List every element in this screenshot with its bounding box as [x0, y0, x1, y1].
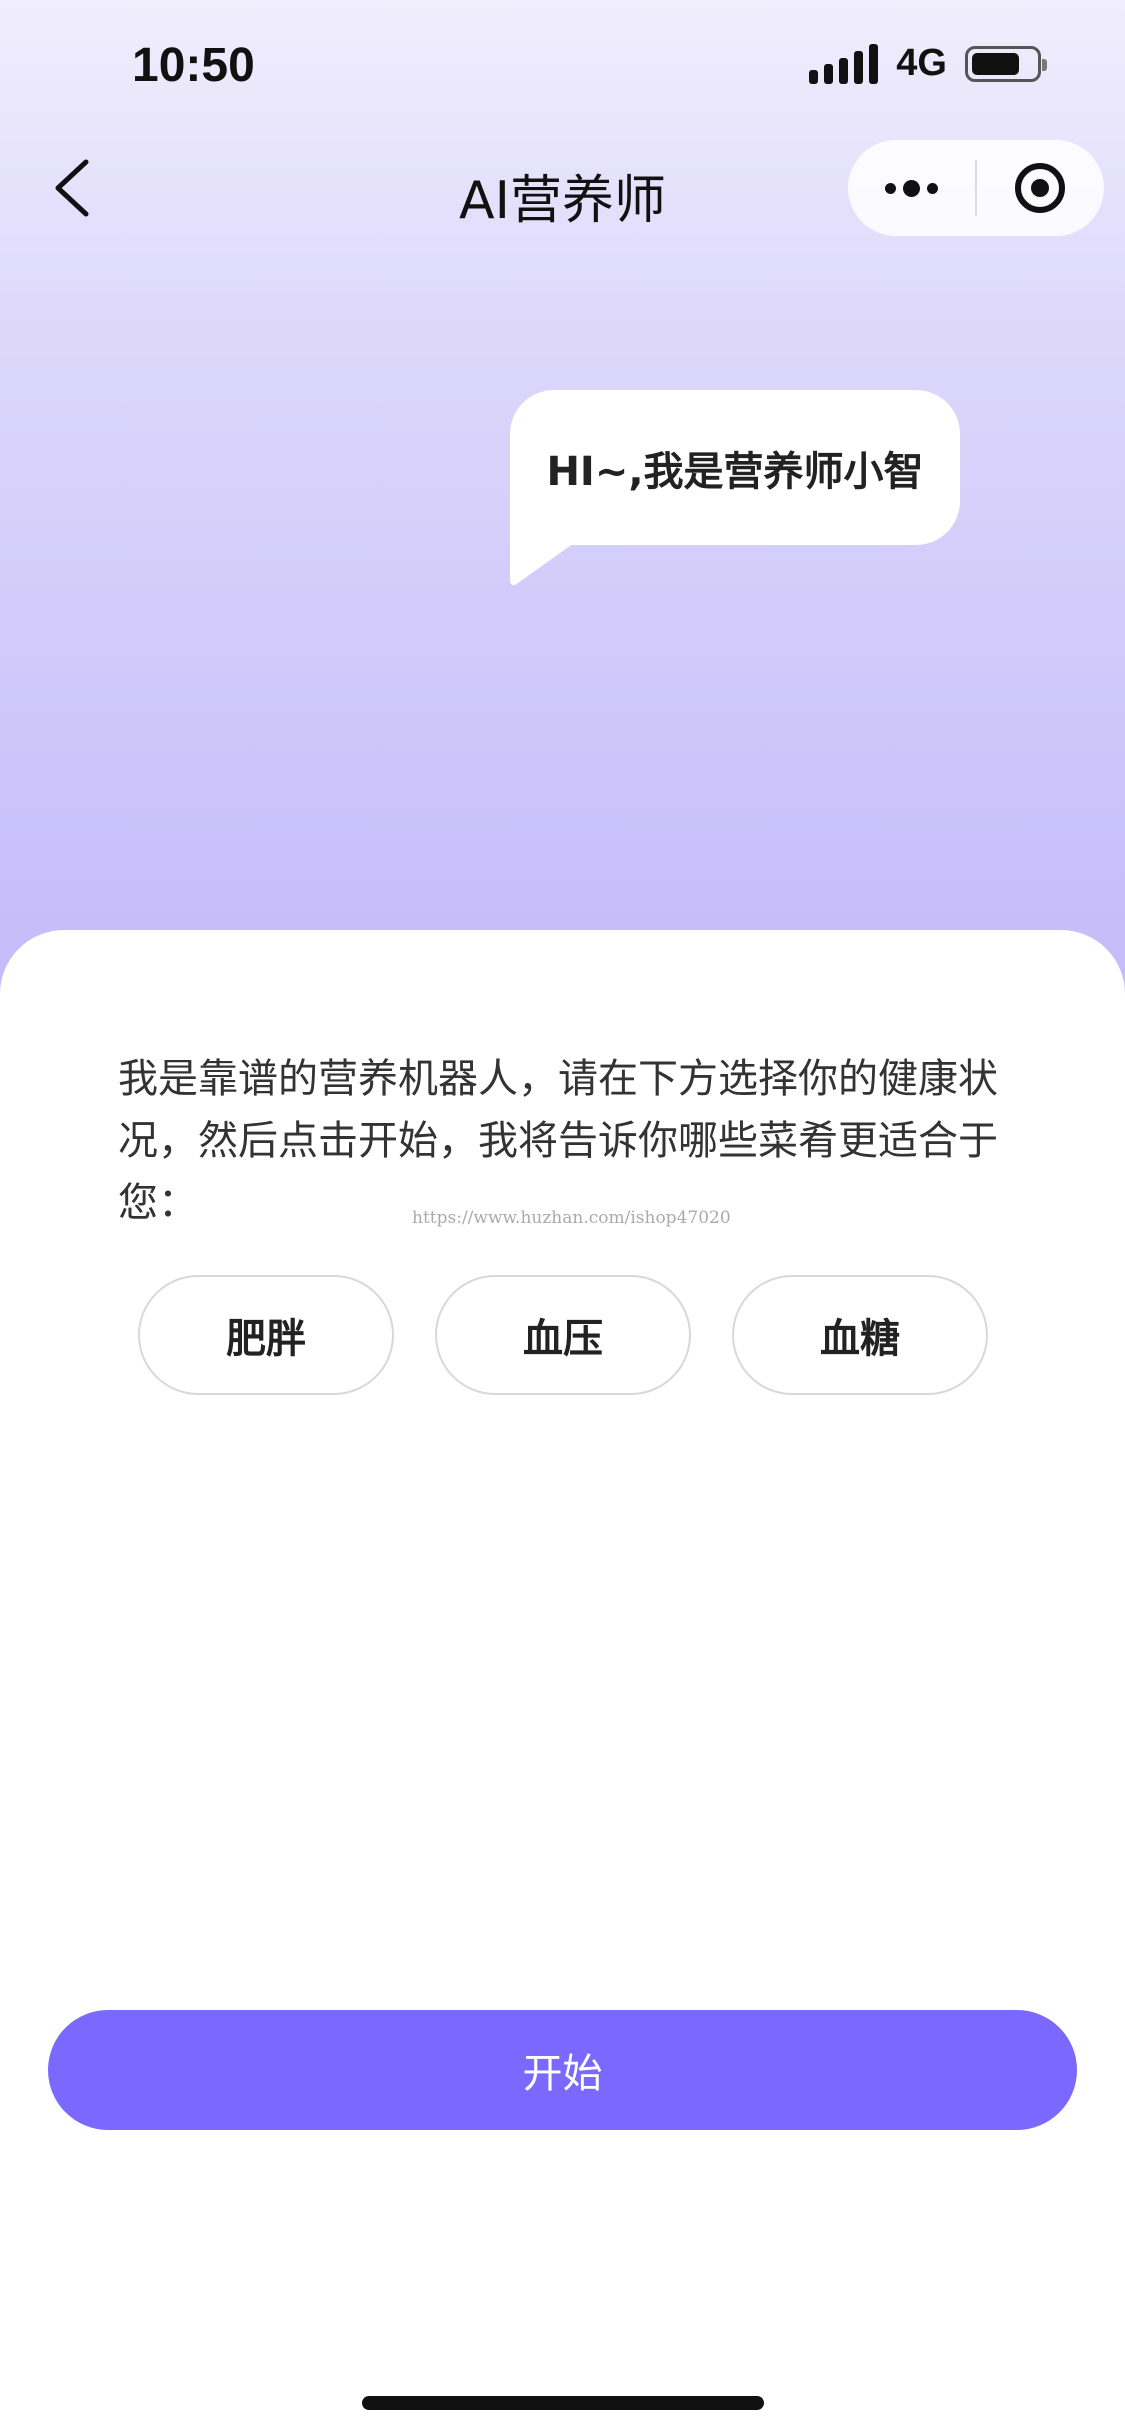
mini-program-capsule: [848, 140, 1104, 236]
option-label: 血糖: [820, 1316, 900, 1362]
home-indicator: [362, 2396, 764, 2410]
option-label: 肥胖: [226, 1316, 306, 1362]
watermark-url: https://www.huzhan.com/ishop47020: [412, 1208, 731, 1228]
close-button[interactable]: [977, 140, 1104, 236]
battery-fill: [972, 52, 1019, 75]
status-time: 10:50: [132, 39, 255, 92]
battery-icon: [965, 45, 1047, 82]
bubble-tail: [510, 543, 574, 586]
option-blood-pressure-button[interactable]: 血压: [435, 1275, 691, 1395]
option-blood-sugar-button[interactable]: 血糖: [732, 1275, 988, 1395]
signal-icon: [809, 43, 879, 84]
target-circle-icon: [1015, 163, 1066, 213]
more-button[interactable]: [848, 140, 975, 236]
option-label: 血压: [523, 1316, 603, 1362]
network-label: 4G: [896, 42, 947, 84]
status-indicators: 4G: [809, 42, 1047, 85]
more-dots-icon: [885, 179, 938, 197]
start-button[interactable]: 开始: [48, 2010, 1077, 2130]
greeting-bubble: HI~,我是营养师小智: [510, 390, 960, 545]
greeting-text: HI~,我是营养师小智: [546, 448, 924, 495]
option-obesity-button[interactable]: 肥胖: [138, 1275, 394, 1395]
intro-text: 我是靠谱的营养机器人，请在下方选择你的健康状况，然后点击开始，我将告诉你哪些菜肴…: [118, 1056, 998, 1226]
